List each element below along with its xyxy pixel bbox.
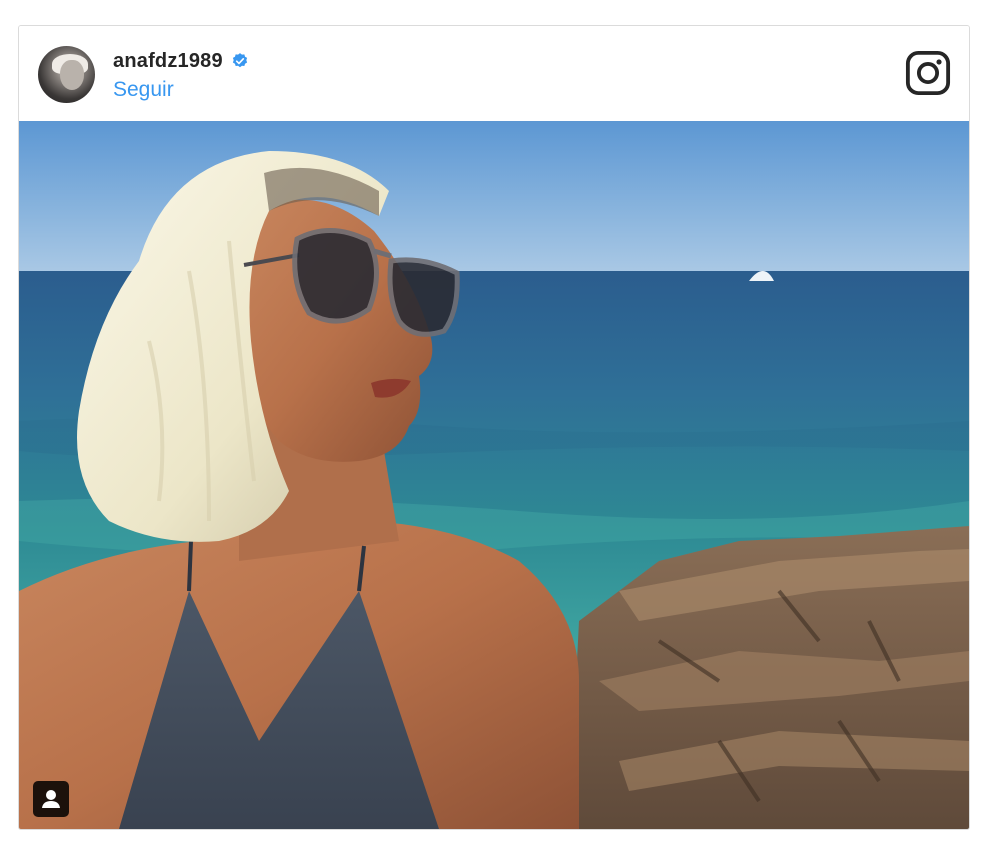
avatar-face — [60, 60, 84, 90]
post-photo[interactable] — [19, 121, 969, 829]
user-block: anafdz1989 Seguir — [113, 48, 249, 102]
avatar[interactable] — [38, 46, 95, 103]
user-tag-glyph — [42, 790, 60, 808]
photo-image — [19, 121, 969, 829]
follow-button[interactable]: Seguir — [113, 78, 249, 102]
username-row: anafdz1989 — [113, 48, 249, 74]
user-tag-icon[interactable] — [33, 781, 69, 817]
post-header: anafdz1989 Seguir — [19, 26, 969, 121]
instagram-logo-icon[interactable] — [905, 50, 951, 96]
verified-badge-icon — [232, 53, 247, 68]
instagram-embed: anafdz1989 Seguir — [18, 25, 970, 830]
username[interactable]: anafdz1989 — [113, 50, 223, 73]
